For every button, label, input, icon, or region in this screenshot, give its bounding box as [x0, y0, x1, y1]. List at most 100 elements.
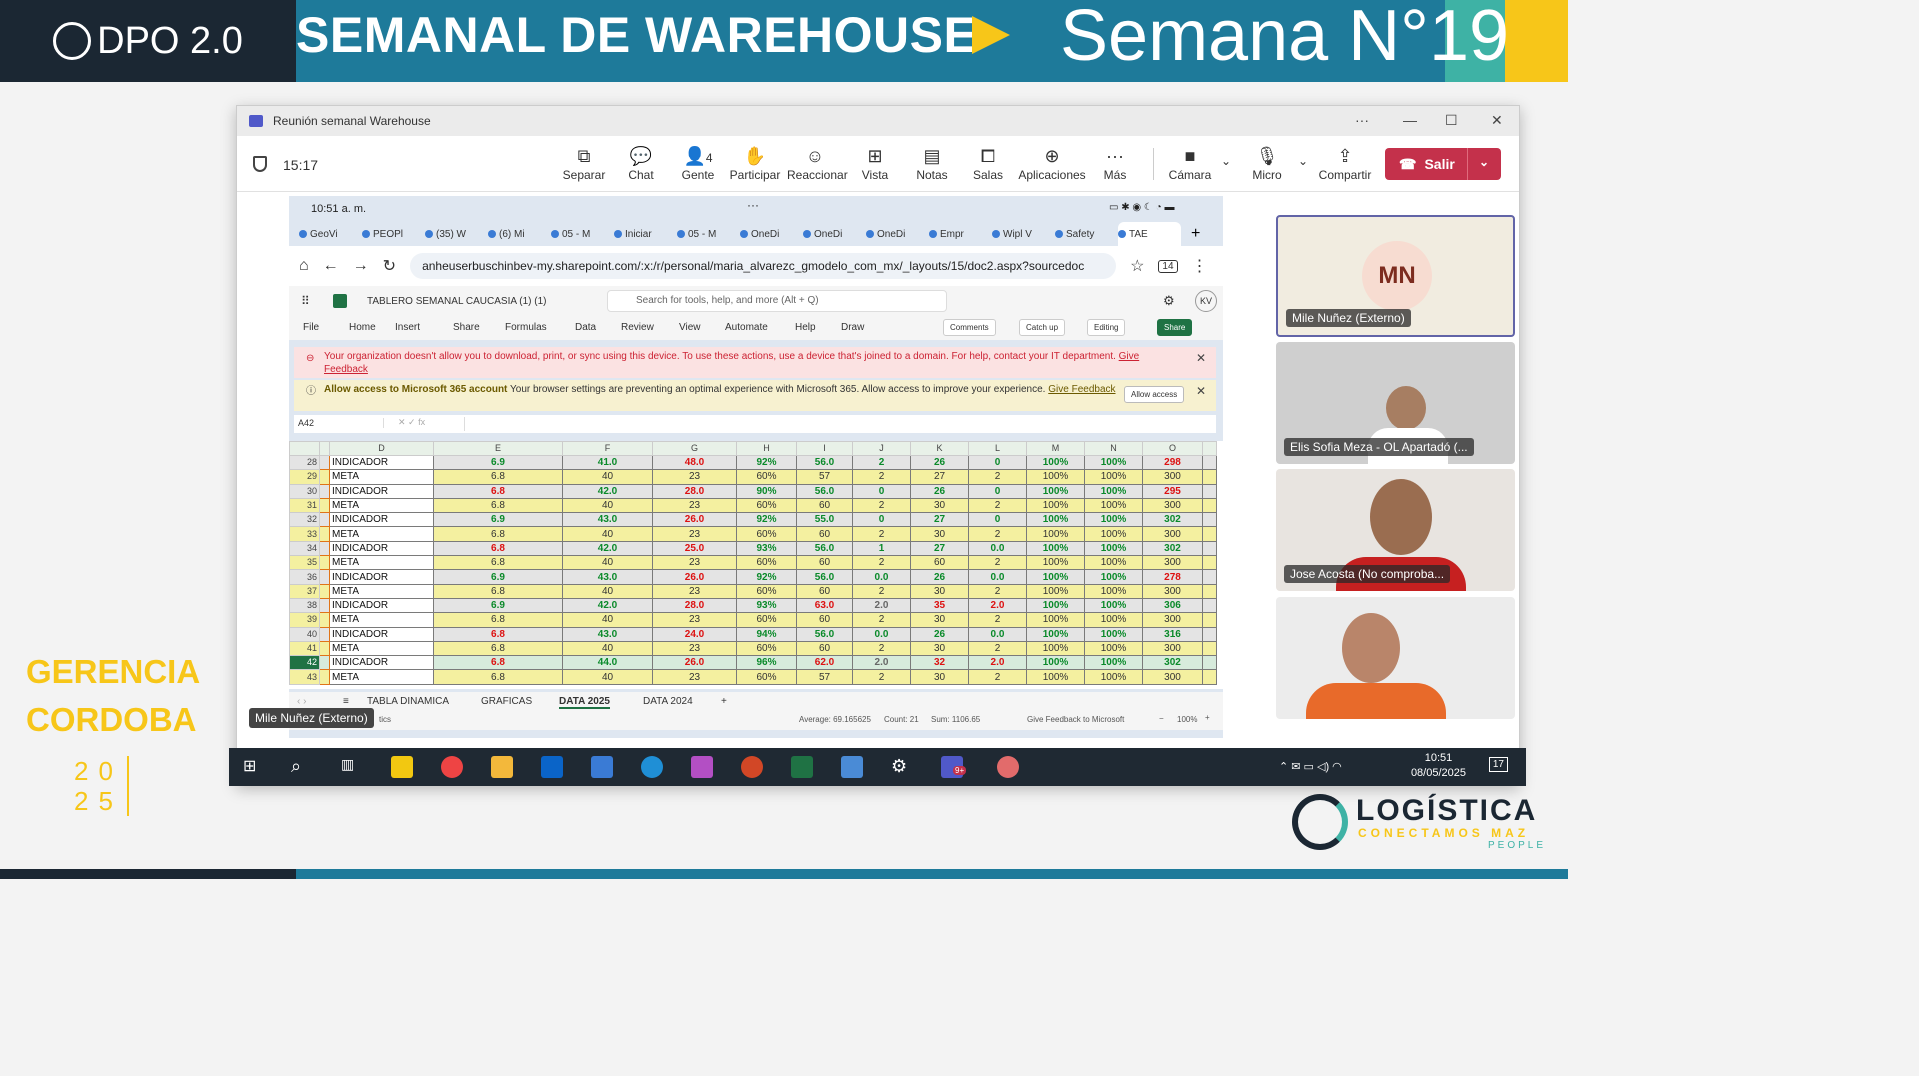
- table-cell[interactable]: 25.0: [652, 540, 737, 557]
- column-header[interactable]: K: [910, 441, 969, 456]
- row-number[interactable]: 28: [289, 454, 320, 471]
- file-title[interactable]: TABLERO SEMANAL CAUCASIA (1) (1): [367, 296, 547, 307]
- table-cell[interactable]: 6.9: [433, 569, 563, 585]
- separar-button[interactable]: ⧉ Separar: [556, 144, 612, 182]
- salir-dropdown-icon[interactable]: ⌄: [1479, 155, 1489, 169]
- all-sheets-icon[interactable]: ≡: [343, 696, 349, 707]
- table-cell[interactable]: 100%: [1084, 497, 1143, 514]
- column-header[interactable]: E: [433, 441, 563, 456]
- table-cell[interactable]: 100%: [1084, 669, 1143, 685]
- ribbon-tab[interactable]: Help: [795, 322, 816, 333]
- chrome-icon[interactable]: [441, 756, 463, 778]
- table-cell[interactable]: 40: [562, 555, 653, 571]
- column-header[interactable]: O: [1142, 441, 1203, 456]
- table-cell[interactable]: 43.0: [562, 626, 653, 642]
- table-cell[interactable]: 30: [910, 526, 969, 542]
- table-cell[interactable]: 300: [1142, 555, 1203, 571]
- table-cell[interactable]: 2: [968, 469, 1027, 485]
- bookmark-icon[interactable]: ☆: [1130, 256, 1144, 276]
- table-cell[interactable]: 100%: [1026, 612, 1085, 628]
- browser-tab[interactable]: (6) Mi: [488, 229, 551, 240]
- table-cell[interactable]: 26: [910, 483, 969, 499]
- table-cell[interactable]: 48.0: [652, 454, 737, 471]
- table-cell[interactable]: 92%: [736, 454, 797, 471]
- table-cell[interactable]: 100%: [1026, 469, 1085, 485]
- power-bi-icon[interactable]: [391, 756, 413, 778]
- ribbon-tab[interactable]: Automate: [725, 322, 768, 333]
- micro-button[interactable]: 🎙 Micro: [1239, 144, 1295, 182]
- comments-button[interactable]: Comments: [943, 319, 996, 336]
- column-header[interactable]: G: [652, 441, 737, 456]
- row-number[interactable]: 36: [289, 569, 320, 585]
- column-header[interactable]: [1202, 441, 1217, 456]
- table-cell[interactable]: 100%: [1026, 526, 1085, 542]
- row-label[interactable]: INDICADOR: [329, 540, 434, 557]
- reaccionar-button[interactable]: ☺ Reaccionar: [787, 144, 848, 182]
- table-cell[interactable]: 93%: [736, 540, 797, 557]
- table-cell[interactable]: 24.0: [652, 626, 737, 642]
- table-cell[interactable]: 100%: [1026, 583, 1085, 599]
- table-cell[interactable]: 100%: [1084, 483, 1143, 499]
- ribbon-tab[interactable]: Insert: [395, 322, 420, 333]
- table-cell[interactable]: 306: [1142, 597, 1203, 614]
- row-label[interactable]: INDICADOR: [329, 454, 434, 471]
- table-cell[interactable]: 2: [852, 640, 911, 657]
- spreadsheet-grid[interactable]: DEFGHIJKLMNO 28 INDICADOR 6.9 41.0 48.0 92% 56…: [289, 441, 1223, 689]
- column-header[interactable]: L: [968, 441, 1027, 456]
- row-label[interactable]: INDICADOR: [329, 626, 434, 642]
- zoom-out-icon[interactable]: −: [1159, 714, 1164, 723]
- table-cell[interactable]: 60%: [736, 583, 797, 599]
- table-cell[interactable]: 100%: [1084, 569, 1143, 585]
- table-cell[interactable]: 23: [652, 640, 737, 657]
- table-cell[interactable]: 27: [910, 469, 969, 485]
- table-cell[interactable]: 92%: [736, 512, 797, 528]
- table-cell[interactable]: 2: [852, 454, 911, 471]
- more-options-icon[interactable]: ···: [1355, 112, 1369, 128]
- table-cell[interactable]: 6.8: [433, 540, 563, 557]
- forward-icon[interactable]: →: [353, 257, 369, 275]
- table-cell[interactable]: 100%: [1084, 540, 1143, 557]
- table-cell[interactable]: 26.0: [652, 512, 737, 528]
- table-cell[interactable]: 56.0: [796, 454, 853, 471]
- table-cell[interactable]: 56.0: [796, 540, 853, 557]
- table-cell[interactable]: 60: [796, 526, 853, 542]
- table-cell[interactable]: 60%: [736, 612, 797, 628]
- table-cell[interactable]: 0.0: [852, 569, 911, 585]
- table-cell[interactable]: [1202, 512, 1217, 528]
- notas-button[interactable]: ▤ Notas: [904, 144, 960, 182]
- table-cell[interactable]: 100%: [1084, 612, 1143, 628]
- table-cell[interactable]: 93%: [736, 597, 797, 614]
- table-cell[interactable]: 278: [1142, 569, 1203, 585]
- table-cell[interactable]: 6.8: [433, 612, 563, 628]
- table-cell[interactable]: 100%: [1026, 640, 1085, 657]
- mas-button[interactable]: ··· Más: [1087, 144, 1143, 182]
- table-cell[interactable]: 23: [652, 469, 737, 485]
- table-cell[interactable]: 6.8: [433, 583, 563, 599]
- table-cell[interactable]: 100%: [1026, 569, 1085, 585]
- table-cell[interactable]: 100%: [1026, 497, 1085, 514]
- table-cell[interactable]: [1202, 640, 1217, 657]
- sheet-tab[interactable]: GRAFICAS: [481, 696, 532, 707]
- outlook-icon[interactable]: [541, 756, 563, 778]
- table-cell[interactable]: 60%: [736, 526, 797, 542]
- home-icon[interactable]: ⌂: [299, 257, 309, 275]
- powerpoint-icon[interactable]: [741, 756, 763, 778]
- table-cell[interactable]: 57: [796, 669, 853, 685]
- table-cell[interactable]: 23: [652, 669, 737, 685]
- column-header[interactable]: N: [1084, 441, 1143, 456]
- table-cell[interactable]: 2: [968, 497, 1027, 514]
- table-cell[interactable]: 40: [562, 669, 653, 685]
- table-cell[interactable]: 56.0: [796, 569, 853, 585]
- m365-icon[interactable]: [691, 756, 713, 778]
- ribbon-tab[interactable]: Share: [453, 322, 480, 333]
- table-cell[interactable]: [1202, 626, 1217, 642]
- table-cell[interactable]: 298: [1142, 454, 1203, 471]
- table-cell[interactable]: 0.0: [968, 569, 1027, 585]
- ribbon-tab[interactable]: Formulas: [505, 322, 547, 333]
- minimize-button[interactable]: —: [1403, 112, 1417, 128]
- browser-tab[interactable]: GeoVi: [299, 229, 362, 240]
- table-cell[interactable]: 92%: [736, 569, 797, 585]
- table-cell[interactable]: 43.0: [562, 512, 653, 528]
- table-cell[interactable]: 60: [796, 640, 853, 657]
- table-cell[interactable]: 300: [1142, 612, 1203, 628]
